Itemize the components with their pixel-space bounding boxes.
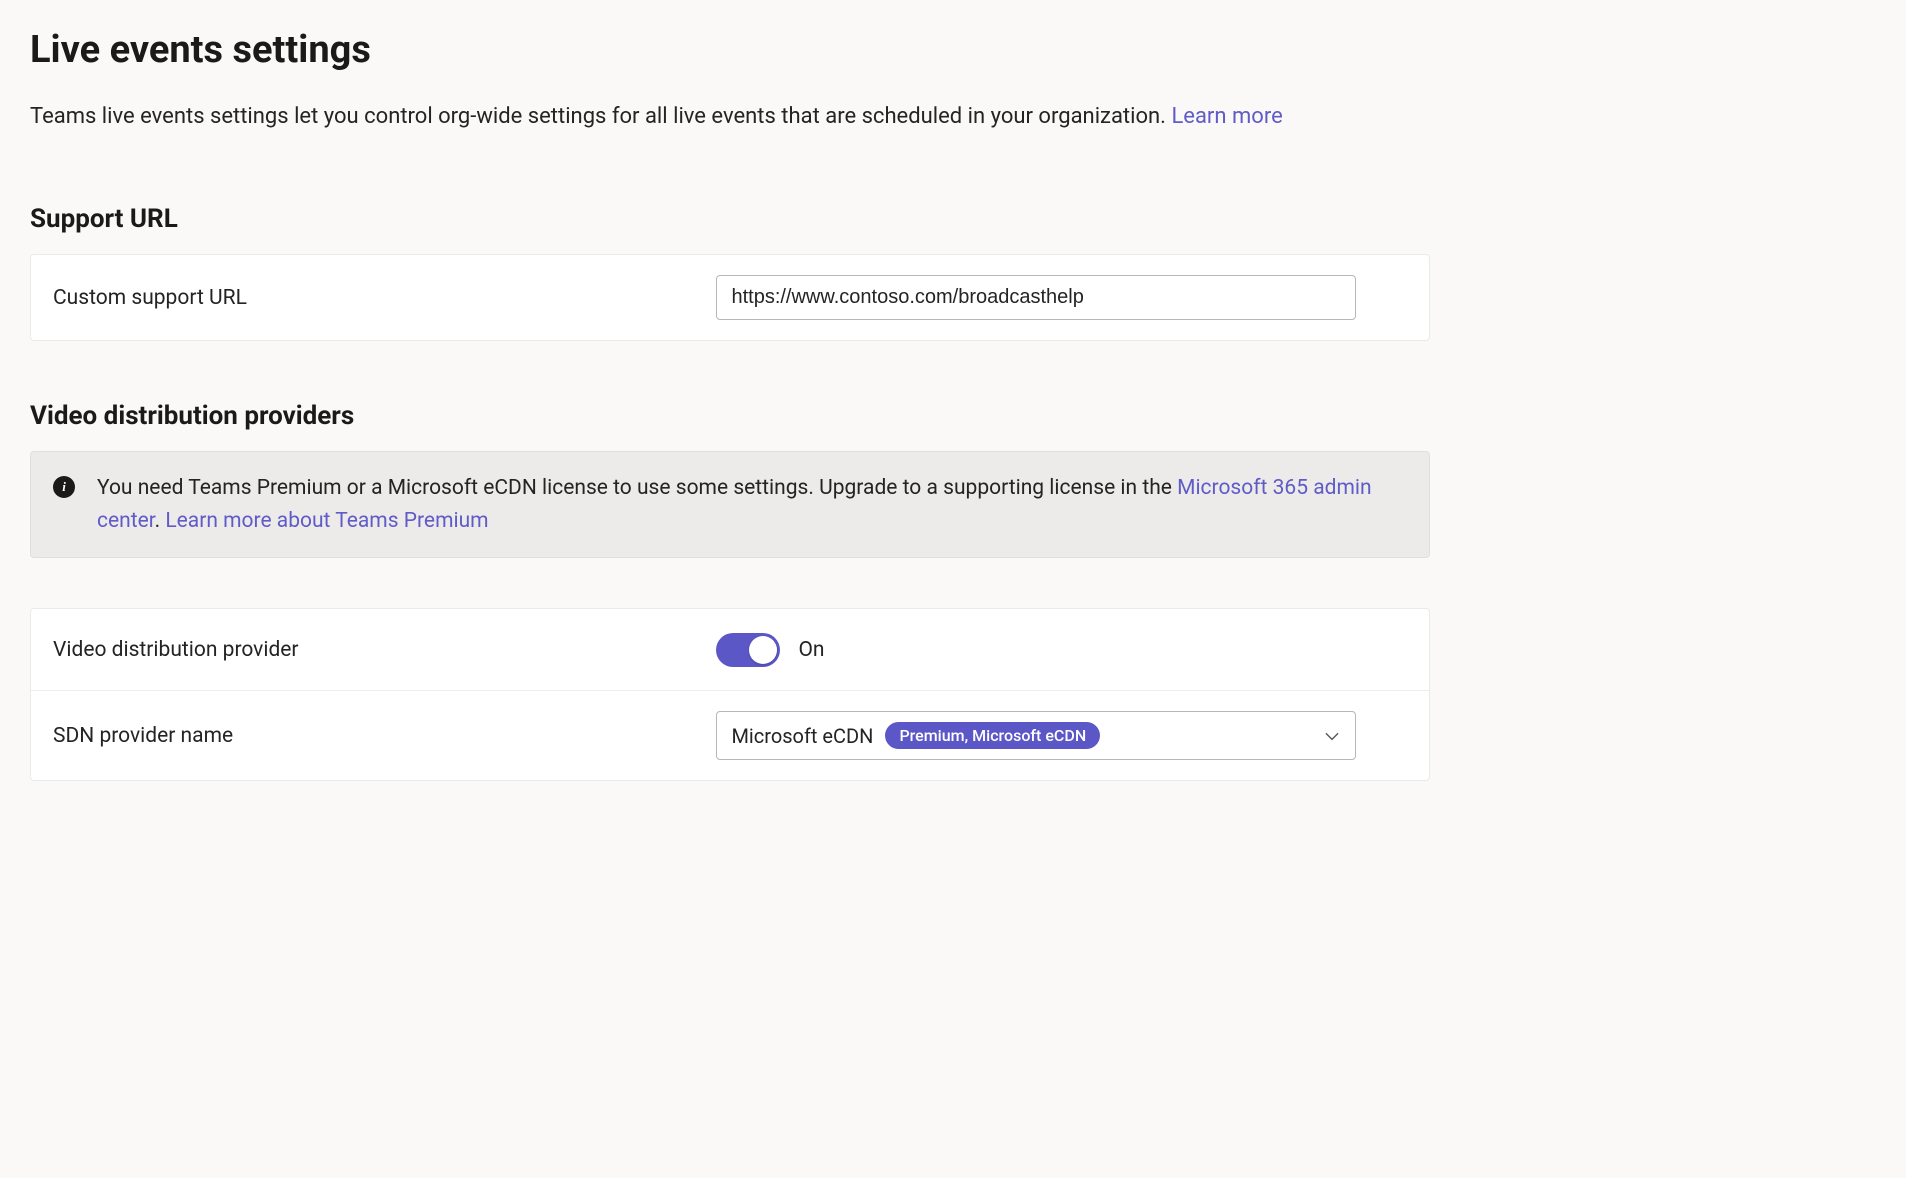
- video-provider-toggle-state: On: [798, 638, 824, 662]
- chevron-down-icon: [1323, 727, 1341, 745]
- toggle-thumb: [749, 636, 777, 664]
- custom-support-url-row: Custom support URL: [31, 255, 1429, 340]
- premium-info-text: You need Teams Premium or a Microsoft eC…: [97, 472, 1407, 537]
- sdn-provider-selected-value: Microsoft eCDN: [731, 724, 873, 748]
- page-description-text: Teams live events settings let you contr…: [30, 104, 1171, 129]
- video-provider-toggle-label: Video distribution provider: [53, 638, 716, 662]
- banner-text-pre: You need Teams Premium or a Microsoft eC…: [97, 476, 1177, 500]
- video-providers-card: Video distribution provider On SDN provi…: [30, 608, 1430, 781]
- info-icon: i: [53, 476, 75, 498]
- support-url-section-title: Support URL: [30, 204, 1430, 234]
- custom-support-url-label: Custom support URL: [53, 286, 716, 310]
- learn-more-link[interactable]: Learn more: [1171, 104, 1282, 129]
- support-url-card: Custom support URL: [30, 254, 1430, 341]
- custom-support-url-input[interactable]: [716, 275, 1356, 320]
- video-providers-section-title: Video distribution providers: [30, 401, 1430, 431]
- video-provider-toggle-row: Video distribution provider On: [31, 609, 1429, 691]
- page-description: Teams live events settings let you contr…: [30, 100, 1350, 134]
- premium-info-banner: i You need Teams Premium or a Microsoft …: [30, 451, 1430, 558]
- sdn-provider-label: SDN provider name: [53, 724, 716, 748]
- sdn-provider-row: SDN provider name Microsoft eCDN Premium…: [31, 691, 1429, 780]
- sdn-provider-badge: Premium, Microsoft eCDN: [885, 722, 1100, 749]
- sdn-provider-dropdown[interactable]: Microsoft eCDN Premium, Microsoft eCDN: [716, 711, 1356, 760]
- video-provider-toggle[interactable]: [716, 633, 780, 667]
- banner-text-mid: .: [155, 509, 166, 533]
- teams-premium-learn-more-link[interactable]: Learn more about Teams Premium: [165, 509, 488, 533]
- page-title: Live events settings: [30, 28, 1430, 72]
